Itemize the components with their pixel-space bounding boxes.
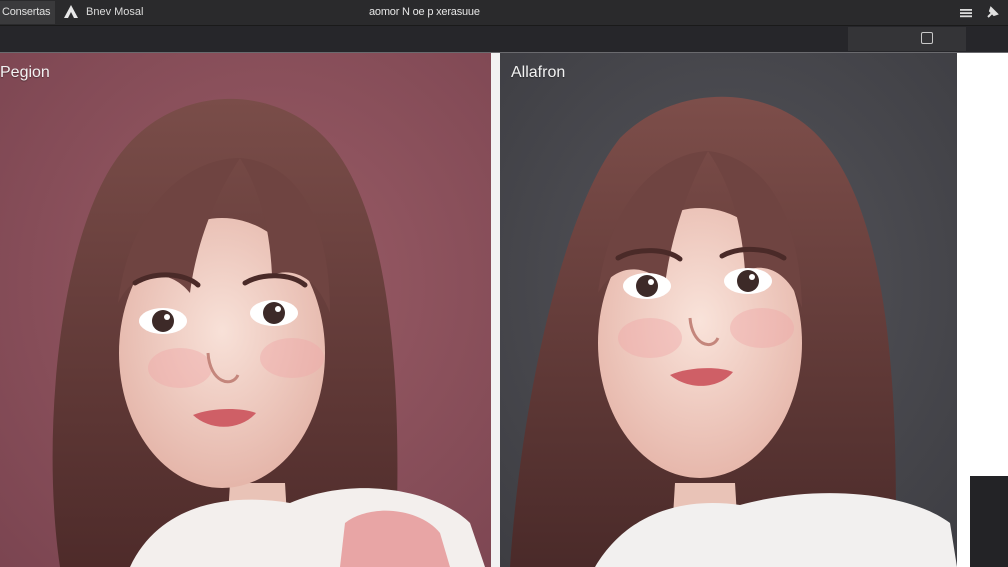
hamburger-menu-icon[interactable] bbox=[956, 3, 976, 23]
triangle-logo-icon[interactable] bbox=[62, 3, 80, 21]
portrait-photo-left bbox=[0, 53, 491, 567]
panel-label-left: Pegion bbox=[0, 64, 50, 81]
side-panel-tab[interactable] bbox=[970, 476, 1008, 567]
panel-label-right: Allafron bbox=[511, 64, 566, 81]
window-title: aomor N oe p xerasuue bbox=[369, 6, 480, 18]
pin-icon[interactable] bbox=[982, 3, 1002, 23]
panel-divider[interactable] bbox=[491, 53, 500, 567]
tab-consertas[interactable]: Consertas bbox=[0, 1, 55, 24]
panel-right: Allafron bbox=[500, 53, 957, 567]
title-bar: Consertas Bnev Mosal aomor N oe p xerasu… bbox=[0, 0, 1008, 26]
panel-left: Pegion bbox=[0, 53, 491, 567]
toolbar bbox=[0, 26, 1008, 53]
square-view-icon[interactable] bbox=[921, 32, 933, 44]
app-name: Bnev Mosal bbox=[86, 6, 144, 18]
toolbar-control-well bbox=[848, 27, 966, 51]
portrait-photo-right bbox=[500, 53, 957, 567]
